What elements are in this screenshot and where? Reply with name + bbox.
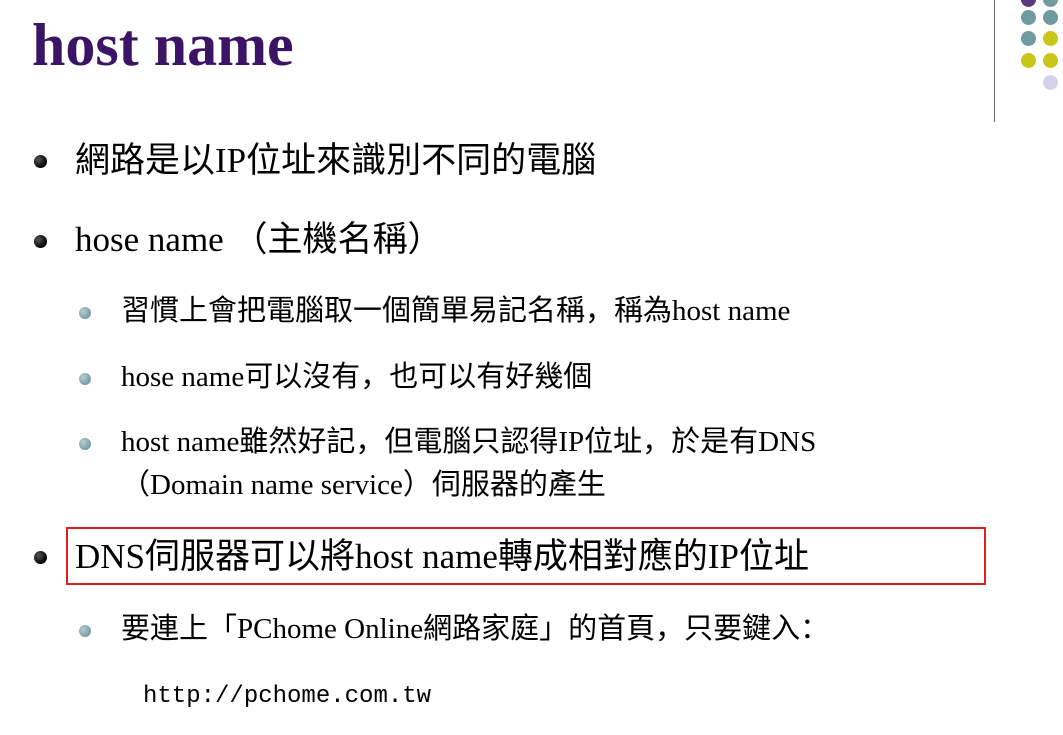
decor-dot: [1043, 31, 1058, 46]
decor-dot: [1021, 31, 1036, 46]
sub-bullet-text: 要連上「PChome Online網路家庭」的首頁，只要鍵入：: [121, 613, 830, 645]
bullet-dot: [34, 235, 47, 248]
bullet-text: hose name （主機名稱）: [75, 220, 443, 259]
slide-title: host name: [32, 12, 294, 78]
divider-line: [994, 0, 995, 122]
sub-bullet-dot: [79, 373, 91, 385]
decor-dot: [1043, 53, 1058, 68]
sub-bullet-text: 習慣上會把電腦取一個簡單易記名稱，稱為host name: [121, 295, 791, 327]
decor-dot: [1043, 75, 1058, 90]
sub-bullet-text: host name雖然好記，但電腦只認得IP位址，於是有DNS: [121, 426, 817, 458]
bullet-dot: [34, 551, 47, 564]
sub-bullet-dot: [79, 307, 91, 319]
sub-bullet-dot: [79, 438, 91, 450]
sub-bullet-dot: [79, 625, 91, 637]
decor-dot: [1021, 53, 1036, 68]
decor-dot: [1043, 0, 1058, 7]
bullet-text: 網路是以IP位址來識別不同的電腦: [75, 141, 597, 180]
sub-bullet-text-continued: （Domain name service）伺服器的產生: [121, 469, 606, 501]
bullet-text-highlighted: DNS伺服器可以將host name轉成相對應的IP位址: [75, 537, 810, 576]
url-example: http://pchome.com.tw: [143, 683, 432, 710]
sub-bullet-text: hose name可以沒有，也可以有好幾個: [121, 361, 593, 393]
decor-dot: [1043, 10, 1058, 25]
bullet-dot: [34, 155, 47, 168]
decor-dot: [1021, 0, 1036, 7]
decor-dot: [1021, 10, 1036, 25]
